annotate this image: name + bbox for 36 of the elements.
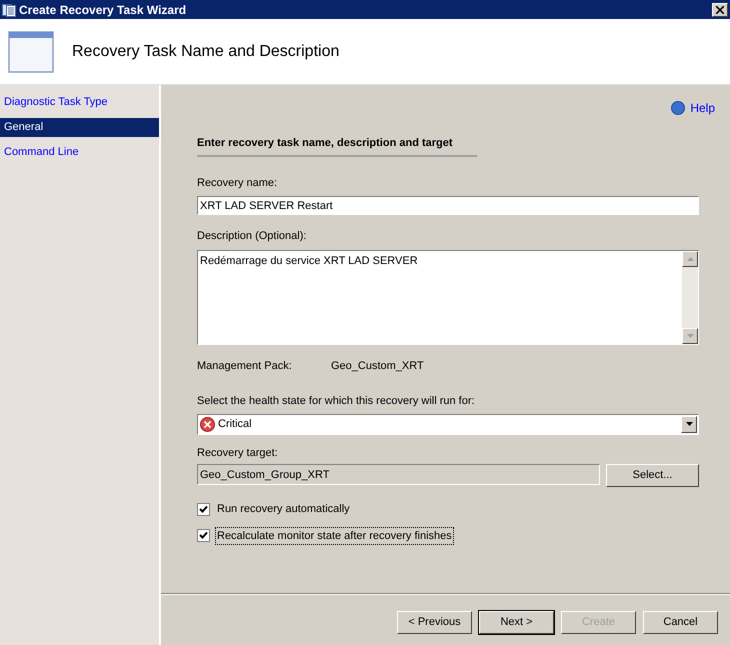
section-heading: Enter recovery task name, description and target — [197, 137, 453, 149]
scrollbar[interactable] — [682, 250, 698, 344]
recovery-name-field[interactable]: XRT LAD SERVER Restart — [197, 196, 699, 215]
dropdown-value: Critical — [218, 416, 253, 432]
checkbox[interactable] — [197, 502, 210, 516]
close-button[interactable] — [712, 2, 728, 16]
down-arrow-icon — [686, 334, 694, 338]
sidebar-item[interactable]: Diagnostic Task Type — [0, 93, 159, 112]
checkbox-label[interactable]: Run recovery automatically — [216, 501, 351, 518]
up-arrow-icon — [686, 256, 694, 260]
error-icon — [200, 416, 215, 432]
description-field[interactable]: Redémarrage du service XRT LAD SERVER — [197, 250, 699, 344]
recovery-target-field[interactable]: Geo_Custom_Group_XRT — [197, 464, 600, 485]
dropdown-arrow-icon — [686, 422, 692, 426]
description-text: Redémarrage du service XRT LAD SERVER — [199, 254, 419, 268]
page-title: Recovery Task Name and Description — [72, 42, 340, 62]
window-icon — [8, 30, 54, 72]
window-title: Create Recovery Task Wizard — [19, 2, 188, 18]
help-link[interactable]: Help — [690, 99, 715, 117]
wizard-button[interactable]: < Previous — [397, 611, 472, 634]
field-label: Management Pack: — [197, 358, 293, 374]
checkbox[interactable] — [197, 529, 210, 542]
select-button[interactable]: Select... — [606, 464, 699, 487]
sidebar-item[interactable]: General — [0, 118, 159, 137]
wizard-button[interactable]: Cancel — [643, 611, 718, 634]
field-label: Recovery target: — [197, 446, 279, 460]
field-label: Recovery name: — [197, 176, 278, 190]
window-icon — [2, 2, 16, 16]
wizard-button[interactable]: Next > — [479, 611, 554, 634]
sidebar-item[interactable]: Command Line — [0, 143, 159, 162]
field-label: Select the health state for which this recovery will run for: — [197, 394, 476, 409]
checkbox-label[interactable]: Recalculate monitor state after recovery finishes — [216, 528, 453, 544]
close-icon — [716, 6, 724, 14]
management-pack-value: Geo_Custom_XRT — [331, 358, 424, 374]
field-label: Description (Optional): — [197, 229, 308, 244]
health-state-dropdown[interactable]: Critical — [197, 414, 699, 434]
